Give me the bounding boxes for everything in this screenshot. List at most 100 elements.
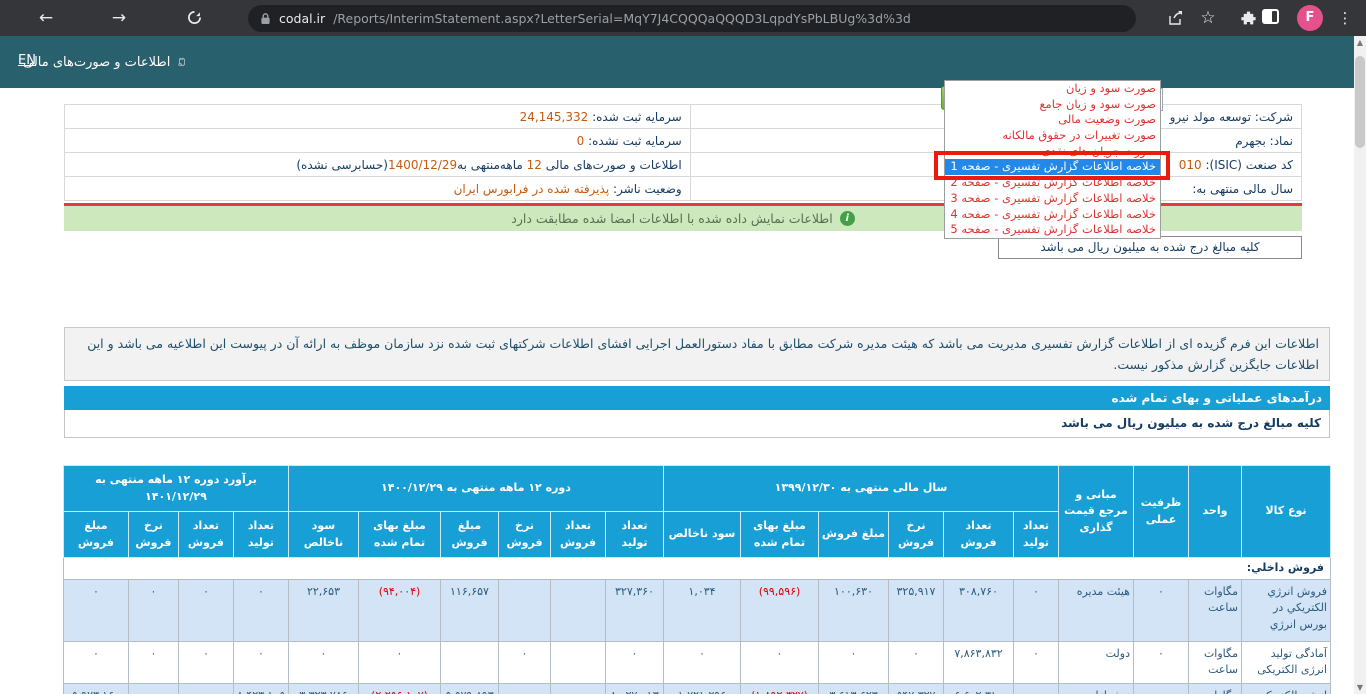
dropdown-option[interactable]: صورت سود و زیان bbox=[945, 81, 1160, 97]
unit-cell: مگاوات ساعت bbox=[1189, 641, 1242, 683]
bookmark-star-icon[interactable]: ☆ bbox=[1195, 5, 1221, 31]
value-cell: (۱,۸۹۲,۳۲۷) bbox=[741, 683, 819, 694]
column-subheader: نرخ فروش bbox=[499, 512, 551, 558]
value-cell: ۱۰۰,۶۳۰ bbox=[819, 579, 889, 641]
info-value: 1400/12/29 bbox=[388, 158, 457, 172]
value-cell: ۰ bbox=[288, 641, 358, 683]
value-cell: ۳۰۸,۷۶۰ bbox=[944, 579, 1014, 641]
value-cell: ۰ bbox=[1134, 683, 1189, 694]
value-cell: ۸,۴۲۳,۱۰۵ bbox=[233, 683, 288, 694]
info-cell: وضعیت ناشر: پذیرفته شده در فرابورس ایران bbox=[65, 177, 691, 201]
column-subheader: نرخ فروش bbox=[889, 512, 944, 558]
value-cell: ۳۲۷,۳۶۰ bbox=[606, 579, 664, 641]
column-subheader: سود ناخالص bbox=[664, 512, 741, 558]
dropdown-option[interactable]: خلاصه اطلاعات گزارش تفسیری - صفحه 3 bbox=[945, 191, 1160, 207]
table-row: آمادگی تولید انرژی الکتریکیمگاوات ساعت۰د… bbox=[63, 641, 1330, 683]
value-cell: ۰ bbox=[741, 641, 819, 683]
value-cell: ۰ bbox=[359, 641, 441, 683]
value-cell: ۲۲,۶۵۳ bbox=[288, 579, 358, 641]
column-subheader: سود ناخالص bbox=[288, 512, 358, 558]
value-cell: ۰ bbox=[63, 579, 128, 641]
operating-revenue-table: نوع کالاواحدظرفیت عملیمبانی و مرجع قیمت … bbox=[63, 465, 1331, 694]
product-name-cell: انرژی الکتریکی bbox=[1242, 683, 1331, 694]
value-cell: ۰ bbox=[1014, 579, 1059, 641]
dropdown-option[interactable]: صورت سود و زیان جامع bbox=[945, 97, 1160, 113]
forward-icon[interactable]: → bbox=[105, 4, 133, 32]
period-group-header: سال مالی منتهی به ۱۳۹۹/۱۲/۳۰ bbox=[664, 466, 1059, 512]
page-scrollbar[interactable]: ▲ ▼ bbox=[1354, 36, 1366, 694]
dropdown-option[interactable]: خلاصه اطلاعات گزارش تفسیری - صفحه 1 bbox=[945, 159, 1160, 175]
share-icon[interactable] bbox=[1163, 5, 1189, 31]
value-cell bbox=[441, 641, 499, 683]
column-header: مبانی و مرجع قیمت گذاری bbox=[1059, 466, 1134, 558]
info-label: سرمایه ثبت نشده: bbox=[584, 134, 681, 148]
value-cell: ۵۴۷,۳۲۷ bbox=[889, 683, 944, 694]
info-label: کد صنعت (ISIC): bbox=[1202, 158, 1293, 172]
url-domain: codal.ir bbox=[279, 11, 325, 26]
section-header: درآمدهای عملیاتی و بهای تمام شده bbox=[64, 386, 1330, 410]
column-subheader: مبلغ فروش bbox=[819, 512, 889, 558]
info-label: (حسابرسی نشده) bbox=[296, 158, 388, 172]
pricing-basis-cell: دولت bbox=[1059, 641, 1134, 683]
dropdown-option[interactable]: صورت تغییرات در حقوق مالکانه bbox=[945, 128, 1160, 144]
value-cell: ۳۲۵,۹۱۷ bbox=[889, 579, 944, 641]
value-cell: ۱,۰۳۴ bbox=[664, 579, 741, 641]
back-icon[interactable]: ← bbox=[32, 4, 60, 32]
table-head: نوع کالاواحدظرفیت عملیمبانی و مرجع قیمت … bbox=[63, 466, 1330, 558]
info-label: اطلاعات و صورت‌های مالی bbox=[542, 158, 682, 172]
info-label: توسعه مولد نیرو bbox=[1170, 110, 1251, 124]
column-subheader: تعداد فروش bbox=[944, 512, 1014, 558]
info-value: 12 bbox=[527, 158, 542, 172]
extensions-puzzle-icon[interactable] bbox=[1235, 5, 1261, 31]
info-value: 24,145,332 bbox=[520, 110, 589, 124]
report-description: اطلاعات این فرم گزیده ای از اطلاعات گزار… bbox=[64, 327, 1330, 381]
side-panel-icon[interactable] bbox=[1262, 9, 1279, 24]
pricing-basis-cell: نرخ بازار bbox=[1059, 683, 1134, 694]
column-subheader: تعداد فروش bbox=[551, 512, 606, 558]
dropdown-option[interactable]: صورت وضعیت مالی bbox=[945, 112, 1160, 128]
column-subheader: تعداد تولید bbox=[233, 512, 288, 558]
page: ← → codal.ir/Reports/InterimStatement.as… bbox=[0, 0, 1366, 694]
category-row: فروش داخلي: bbox=[63, 558, 1330, 580]
value-cell: ۰ bbox=[233, 579, 288, 641]
dropdown-option[interactable]: صورت جریان های نقدی bbox=[945, 144, 1160, 160]
column-subheader: تعداد تولید bbox=[606, 512, 664, 558]
value-cell bbox=[551, 579, 606, 641]
header-title: اطلاعات و صورت‌های مالی bbox=[23, 55, 170, 70]
value-cell: ۰ bbox=[178, 641, 233, 683]
value-cell: ۱,۷۲۱,۲۹۶ bbox=[664, 683, 741, 694]
column-subheader: تعداد فروش bbox=[178, 512, 233, 558]
info-label: ماهه‌منتهی به bbox=[457, 158, 526, 172]
scroll-down-arrow-icon[interactable]: ▼ bbox=[1354, 681, 1366, 694]
million-rial-note-box: کلیه مبالغ درج شده به میلیون ریال می باش… bbox=[998, 236, 1302, 259]
info-cell: سرمایه ثبت شده: 24,145,332 bbox=[65, 105, 691, 129]
profile-avatar[interactable]: F bbox=[1297, 5, 1323, 31]
table-row: انرژی الکتریکیمگاوات۰نرخ بازار۰۶,۶۰۲,۳۱۰… bbox=[63, 683, 1330, 694]
scrollbar-thumb[interactable] bbox=[1355, 56, 1365, 148]
reload-icon[interactable] bbox=[180, 4, 208, 32]
value-cell: ۰ bbox=[499, 641, 551, 683]
section-million-note: کلیه مبالغ درج شده به میلیون ریال می باش… bbox=[64, 410, 1330, 438]
pricing-basis-cell: هیئت مدیره bbox=[1059, 579, 1134, 641]
notice-message: اطلاعات نمایش داده شده با اطلاعات امضا ش… bbox=[511, 211, 832, 226]
table-row: فروش انرژي الکتریکي در بورس انرژيمگاوات … bbox=[63, 579, 1330, 641]
header-title-group: اطلاعات و صورت‌های مالی bbox=[23, 36, 186, 88]
value-cell: (۹۹,۵۹۶) bbox=[741, 579, 819, 641]
dropdown-option[interactable]: خلاصه اطلاعات گزارش تفسیری - صفحه 2 bbox=[945, 175, 1160, 191]
table-group-header-row: نوع کالاواحدظرفیت عملیمبانی و مرجع قیمت … bbox=[63, 466, 1330, 512]
value-cell bbox=[499, 579, 551, 641]
address-bar[interactable]: codal.ir/Reports/InterimStatement.aspx?L… bbox=[248, 5, 1136, 32]
period-group-header: دوره ۱۲ ماهه منتهی به ۱۴۰۰/۱۲/۲۹ bbox=[288, 466, 663, 512]
value-cell: ۰ bbox=[1134, 641, 1189, 683]
column-subheader: تعداد تولید bbox=[1014, 512, 1059, 558]
lock-icon bbox=[260, 12, 271, 25]
scroll-up-arrow-icon[interactable]: ▲ bbox=[1354, 36, 1366, 49]
value-cell bbox=[128, 683, 178, 694]
dropdown-option[interactable]: خلاصه اطلاعات گزارش تفسیری - صفحه 4 bbox=[945, 207, 1160, 223]
value-cell: ۱۱۶,۶۵۷ bbox=[441, 579, 499, 641]
dropdown-option[interactable]: خلاصه اطلاعات گزارش تفسیری - صفحه 5 bbox=[945, 222, 1160, 238]
browser-menu-icon[interactable]: ⋮ bbox=[1332, 5, 1358, 31]
browser-toolbar: ← → codal.ir/Reports/InterimStatement.as… bbox=[0, 0, 1366, 36]
product-name-cell: فروش انرژي الکتریکي در بورس انرژي bbox=[1242, 579, 1331, 641]
value-cell: ۰ bbox=[1134, 579, 1189, 641]
